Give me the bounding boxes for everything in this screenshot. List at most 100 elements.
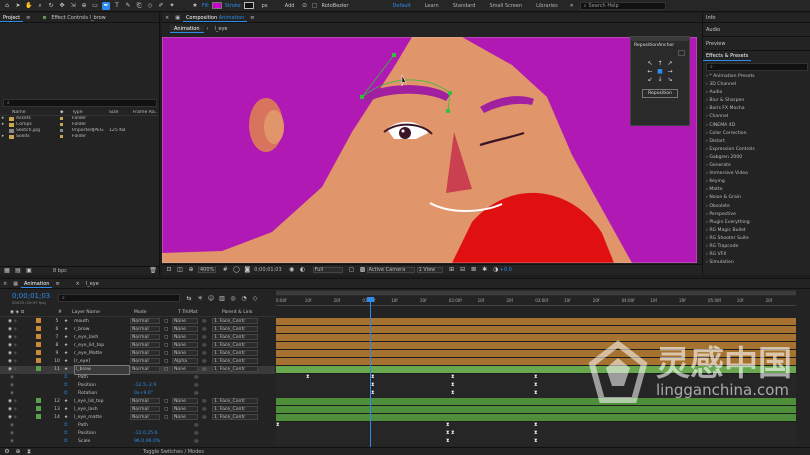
label-color-icon[interactable] <box>60 117 63 120</box>
expression-pickwhip-icon[interactable]: @ <box>194 431 199 436</box>
effects-category[interactable]: › Distort <box>703 138 810 146</box>
column-parent[interactable]: Parent & Link <box>222 309 272 317</box>
star-icon[interactable]: ★ <box>191 2 199 10</box>
work-area-bar[interactable] <box>276 290 796 296</box>
anchor-top-left-icon[interactable]: ↖ <box>645 60 655 68</box>
parent-dropdown[interactable]: 1. Face_Contr <box>212 414 258 420</box>
audio-icon[interactable]: ◈ <box>13 327 17 332</box>
mode-dropdown[interactable]: Normal <box>130 398 160 404</box>
project-search-input[interactable]: ⌕ <box>3 99 157 107</box>
parent-pickwhip-icon[interactable]: @ <box>202 351 207 356</box>
rectangle-tool-icon[interactable]: ▭ <box>91 2 99 10</box>
label-color-icon[interactable] <box>60 135 63 138</box>
preserve-transparency-icon[interactable]: ▢ <box>164 415 168 420</box>
property-track[interactable]: ⧗ ⧗ ⧗ <box>276 422 796 430</box>
stopwatch-icon[interactable]: ⏱ <box>64 431 68 436</box>
effects-category[interactable]: › Keying <box>703 178 810 186</box>
mode-dropdown[interactable]: Normal <box>130 350 160 356</box>
stopwatch-icon[interactable]: ⏱ <box>64 383 68 388</box>
effects-category[interactable]: › Generate <box>703 162 810 170</box>
audio-icon[interactable]: ◈ <box>13 399 17 404</box>
preserve-transparency-icon[interactable]: ▢ <box>164 335 168 340</box>
parent-dropdown[interactable]: 1. Face_Contr <box>212 342 258 348</box>
grid-icon[interactable]: # <box>221 266 229 274</box>
eye-icon[interactable]: ◉ <box>8 359 12 364</box>
mode-dropdown[interactable]: Normal <box>130 414 160 420</box>
label-color-icon[interactable] <box>60 123 63 126</box>
layer-duration-bar[interactable] <box>276 326 796 334</box>
snapshot-icon[interactable]: ◉ <box>288 266 296 274</box>
zoom-dropdown[interactable]: 400% <box>198 267 217 273</box>
exposure-value[interactable]: +0.0 <box>500 267 512 273</box>
effects-category[interactable]: › Noise & Grain <box>703 194 810 202</box>
camera-dropdown[interactable]: Active Camera <box>366 267 415 273</box>
3d-renderer-icon[interactable]: ✱ <box>481 266 489 274</box>
preserve-transparency-icon[interactable]: ▢ <box>164 359 168 364</box>
anchor-top-right-icon[interactable]: ↗ <box>665 60 675 68</box>
keyframe-icon[interactable]: ⧗ <box>451 375 455 380</box>
tab-l-eye[interactable]: l_eye <box>83 280 102 288</box>
preserve-transparency-icon[interactable]: ▢ <box>164 327 168 332</box>
bpc-label[interactable]: 8 bpc <box>53 268 67 274</box>
eye-icon[interactable]: ◉ <box>8 367 12 372</box>
trkmat-dropdown[interactable]: None <box>172 342 198 348</box>
anchor-bottom-icon[interactable]: ↓ <box>655 76 665 84</box>
effects-category[interactable]: › Matte <box>703 186 810 194</box>
home-icon[interactable]: ⌂ <box>3 2 11 10</box>
keyframe-icon[interactable]: ⧗ <box>306 375 310 380</box>
eraser-tool-icon[interactable]: ◇ <box>146 2 154 10</box>
new-comp-icon[interactable]: ▣ <box>25 267 33 275</box>
label-color-icon[interactable] <box>36 350 41 355</box>
keyframe-icon[interactable]: ◇ <box>251 295 259 303</box>
effects-category[interactable]: › RG Shooter Suite <box>703 235 810 243</box>
eye-icon[interactable]: ◉ <box>8 415 12 420</box>
parent-dropdown[interactable]: 1. Face_Contr <box>212 326 258 332</box>
anchor-left-icon[interactable]: ← <box>645 68 655 76</box>
effects-category[interactable]: › Audio <box>703 89 810 97</box>
disclosure-arrow-icon[interactable]: ▸ <box>0 134 6 140</box>
layer-name[interactable]: r_eye_Matte <box>74 350 130 358</box>
audio-icon[interactable]: ◈ <box>13 407 17 412</box>
always-preview-icon[interactable]: ⊡ <box>165 266 173 274</box>
effects-category[interactable]: › RG Magic Bullet <box>703 227 810 235</box>
puppet-pin-tool-icon[interactable]: ✦ <box>168 2 176 10</box>
graph-editor-icon[interactable]: ◔ <box>240 295 248 303</box>
audio-icon[interactable]: ◈ <box>13 319 17 324</box>
audio-icon[interactable]: ◈ <box>13 343 17 348</box>
panel-menu-icon[interactable]: ≡ <box>247 14 257 22</box>
tab-effect-controls[interactable]: Effect Controls l_brow <box>48 14 108 22</box>
layer-duration-bar[interactable] <box>276 414 796 422</box>
brush-tool-icon[interactable]: ✎ <box>124 2 132 10</box>
layer-name[interactable]: mouth <box>74 318 130 326</box>
effects-category[interactable]: › * Animation Presets <box>703 73 810 81</box>
path-vertex[interactable] <box>446 109 450 113</box>
property-value[interactable]: -12.0,25.6 <box>134 430 194 438</box>
expression-pickwhip-icon[interactable]: @ <box>194 423 199 428</box>
mode-dropdown[interactable]: Normal <box>130 318 160 324</box>
path-vertex[interactable] <box>360 95 364 99</box>
mode-dropdown[interactable]: Normal <box>130 326 160 332</box>
effects-category[interactable]: › RG VFX <box>703 251 810 259</box>
tab-animation[interactable]: Animation <box>20 280 53 288</box>
effects-category[interactable]: › Plugin Everything <box>703 219 810 227</box>
parent-pickwhip-icon[interactable]: @ <box>202 407 207 412</box>
eye-icon[interactable]: ◉ <box>8 351 12 356</box>
effects-category[interactable]: › Perspective <box>703 211 810 219</box>
column-layer-name[interactable]: Layer Name <box>72 309 134 317</box>
reset-exposure-icon[interactable]: ◑ <box>492 266 500 274</box>
eye-icon[interactable]: ◉ <box>8 319 12 324</box>
pan-behind-tool-icon[interactable]: ⊕ <box>80 2 88 10</box>
audio-icon[interactable]: ◈ <box>13 367 17 372</box>
layer-name[interactable]: r_brow <box>74 326 130 334</box>
project-item[interactable]: ▸ Solids Folder <box>0 134 159 140</box>
stopwatch-icon[interactable]: ⏱ <box>64 423 68 428</box>
keyframe-icon[interactable]: ⧗ <box>534 391 538 396</box>
current-time-indicator[interactable] <box>370 297 371 447</box>
timeline-timecode-display[interactable]: 0;00;01;03 <box>12 292 51 300</box>
mode-dropdown[interactable]: Normal <box>130 406 160 412</box>
tab-composition[interactable]: Composition Animation <box>182 14 248 22</box>
render-time-icon[interactable]: ⧗ <box>25 448 33 455</box>
time-ruler[interactable]: 0:00f10f20f01:00f10f20f02:00f10f20f03:00… <box>276 297 796 306</box>
column-size[interactable]: Size <box>109 110 133 115</box>
add-dropdown-icon[interactable]: ⊙ <box>300 2 308 10</box>
